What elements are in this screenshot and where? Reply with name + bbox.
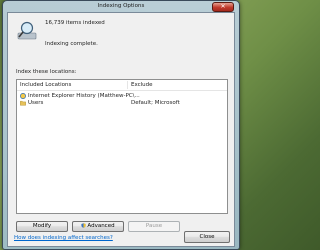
column-header-included[interactable]: Included Locations [20, 82, 71, 88]
column-header-exclude[interactable]: Exclude [131, 82, 153, 88]
help-link[interactable]: How does indexing affect searches? [14, 235, 113, 241]
indexing-magnifier-icon [17, 21, 37, 40]
indexing-options-window: Indexing Options ✕ 16,739 items indexed … [2, 0, 240, 250]
column-divider [127, 81, 128, 89]
close-button[interactable]: Close [184, 231, 230, 243]
folder-icon [20, 101, 26, 106]
locations-label: Index these locations: [16, 69, 77, 75]
location-name: Users [28, 100, 44, 106]
modify-label: Modify [32, 223, 52, 229]
ie-history-icon [20, 93, 26, 99]
pause-button[interactable]: Pause [128, 221, 180, 232]
advanced-label: Advanced [87, 223, 115, 229]
window-title: Indexing Options [97, 3, 145, 9]
close-label: Close [199, 234, 215, 240]
exclude-value: Default; Microsoft [131, 100, 180, 106]
modify-button[interactable]: Modify [16, 221, 68, 232]
title-bar[interactable]: Indexing Options ✕ [3, 1, 239, 12]
indexing-status: Indexing complete. [45, 41, 98, 47]
location-name: Internet Explorer History (Matthew-PC\..… [28, 93, 140, 99]
list-header: Included Locations Exclude [17, 80, 227, 91]
close-icon: ✕ [220, 3, 226, 10]
list-item[interactable]: Internet Explorer History (Matthew-PC\..… [17, 93, 227, 100]
pause-label: Pause [145, 223, 163, 229]
shield-icon [81, 223, 87, 228]
items-indexed-count: 16,739 items indexed [45, 20, 105, 26]
locations-list[interactable]: Included Locations Exclude Internet Expl… [16, 79, 228, 214]
dialog-body: 16,739 items indexed Indexing complete. … [7, 12, 235, 247]
window-close-button[interactable]: ✕ [212, 2, 234, 12]
list-item[interactable]: Users Default; Microsoft [17, 100, 227, 107]
advanced-button[interactable]: Advanced [72, 221, 124, 232]
